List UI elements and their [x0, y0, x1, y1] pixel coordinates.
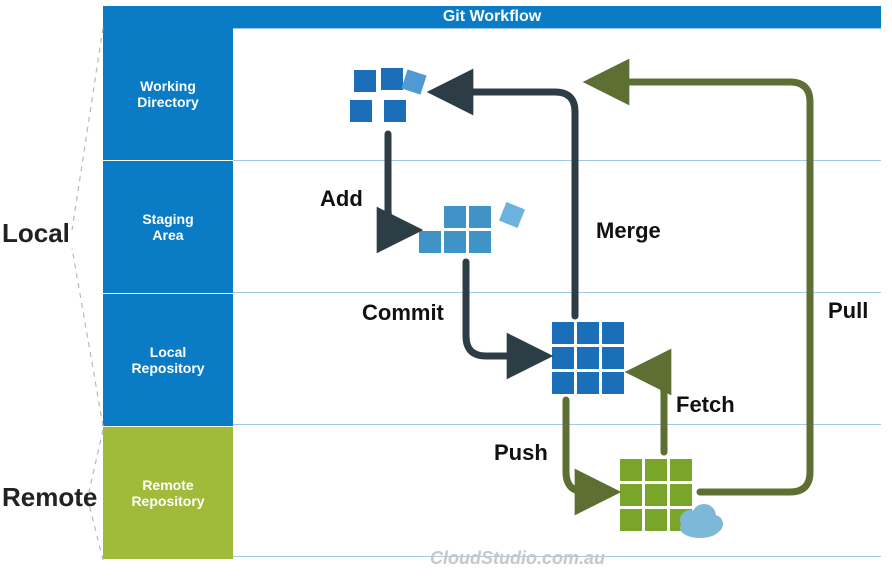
node-remote-repository: [620, 459, 723, 538]
op-add: Add: [320, 186, 363, 212]
op-fetch: Fetch: [676, 392, 735, 418]
arrow-fetch: [634, 372, 664, 452]
diagram-svg: [0, 0, 892, 575]
op-push: Push: [494, 440, 548, 466]
arrow-pull: [592, 82, 810, 492]
arrow-merge: [436, 92, 575, 316]
op-commit: Commit: [362, 300, 444, 326]
arrow-add: [388, 134, 414, 230]
diagram-stage: Git Workflow Local Remote WorkingDirecto…: [0, 0, 892, 575]
arrow-commit: [466, 262, 544, 356]
node-local-repository: [552, 322, 624, 394]
node-working-directory: [350, 68, 427, 122]
op-merge: Merge: [596, 218, 661, 244]
watermark: CloudStudio.com.au: [430, 548, 605, 569]
arrow-push: [566, 400, 612, 492]
op-pull: Pull: [828, 298, 868, 324]
node-staging-area: [419, 202, 525, 253]
